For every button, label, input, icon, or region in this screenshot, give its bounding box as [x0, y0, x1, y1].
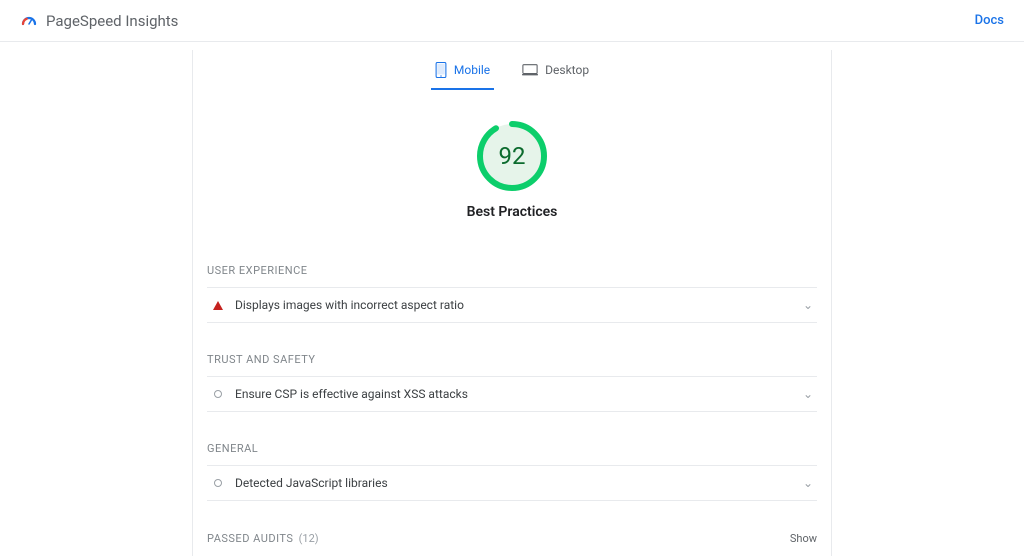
section-passed-audits: PASSED AUDITS (12) Show: [193, 515, 831, 556]
pagespeed-logo-icon: [20, 12, 38, 30]
audit-text: Detected JavaScript libraries: [235, 476, 803, 490]
info-icon: [211, 390, 225, 398]
audit-text: Ensure CSP is effective against XSS atta…: [235, 387, 803, 401]
chevron-down-icon: ⌄: [803, 387, 813, 401]
info-icon: [211, 479, 225, 487]
score-value: 92: [499, 142, 526, 170]
app-title: PageSpeed Insights: [46, 12, 178, 30]
warning-icon: [211, 301, 225, 310]
chevron-down-icon: ⌄: [803, 298, 813, 312]
desktop-icon: [522, 63, 538, 77]
device-tabs: Mobile Desktop: [193, 50, 831, 90]
docs-link[interactable]: Docs: [975, 13, 1004, 28]
app-header: PageSpeed Insights Docs: [0, 0, 1024, 42]
passed-audits-label-wrapper: PASSED AUDITS (12): [207, 531, 319, 546]
section-user-experience: USER EXPERIENCE Displays images with inc…: [193, 248, 831, 323]
score-title: Best Practices: [467, 204, 558, 220]
audit-aspect-ratio[interactable]: Displays images with incorrect aspect ra…: [207, 287, 817, 323]
section-header-trust-safety: TRUST AND SAFETY: [207, 337, 817, 376]
passed-audits-header[interactable]: PASSED AUDITS (12) Show: [207, 515, 817, 556]
main-card: Mobile Desktop 92 Best Practices USER EX…: [192, 50, 832, 556]
section-header-general: GENERAL: [207, 426, 817, 465]
audit-js-libraries[interactable]: Detected JavaScript libraries ⌄: [207, 465, 817, 501]
chevron-down-icon: ⌄: [803, 476, 813, 490]
section-trust-safety: TRUST AND SAFETY Ensure CSP is effective…: [193, 337, 831, 412]
section-general: GENERAL Detected JavaScript libraries ⌄: [193, 426, 831, 501]
tab-desktop-label: Desktop: [545, 63, 589, 77]
tab-mobile[interactable]: Mobile: [431, 58, 494, 90]
audit-csp[interactable]: Ensure CSP is effective against XSS atta…: [207, 376, 817, 412]
tab-desktop[interactable]: Desktop: [518, 58, 593, 90]
tab-mobile-label: Mobile: [454, 63, 490, 77]
show-button[interactable]: Show: [790, 532, 817, 545]
header-left: PageSpeed Insights: [20, 12, 178, 30]
score-section: 92 Best Practices: [193, 90, 831, 248]
passed-audits-label: PASSED AUDITS: [207, 532, 293, 545]
score-gauge: 92: [476, 120, 548, 192]
audit-text: Displays images with incorrect aspect ra…: [235, 298, 803, 312]
passed-audits-count: (12): [299, 532, 319, 545]
mobile-icon: [435, 62, 447, 78]
section-header-user-experience: USER EXPERIENCE: [207, 248, 817, 287]
content-wrapper: Mobile Desktop 92 Best Practices USER EX…: [0, 42, 1024, 556]
